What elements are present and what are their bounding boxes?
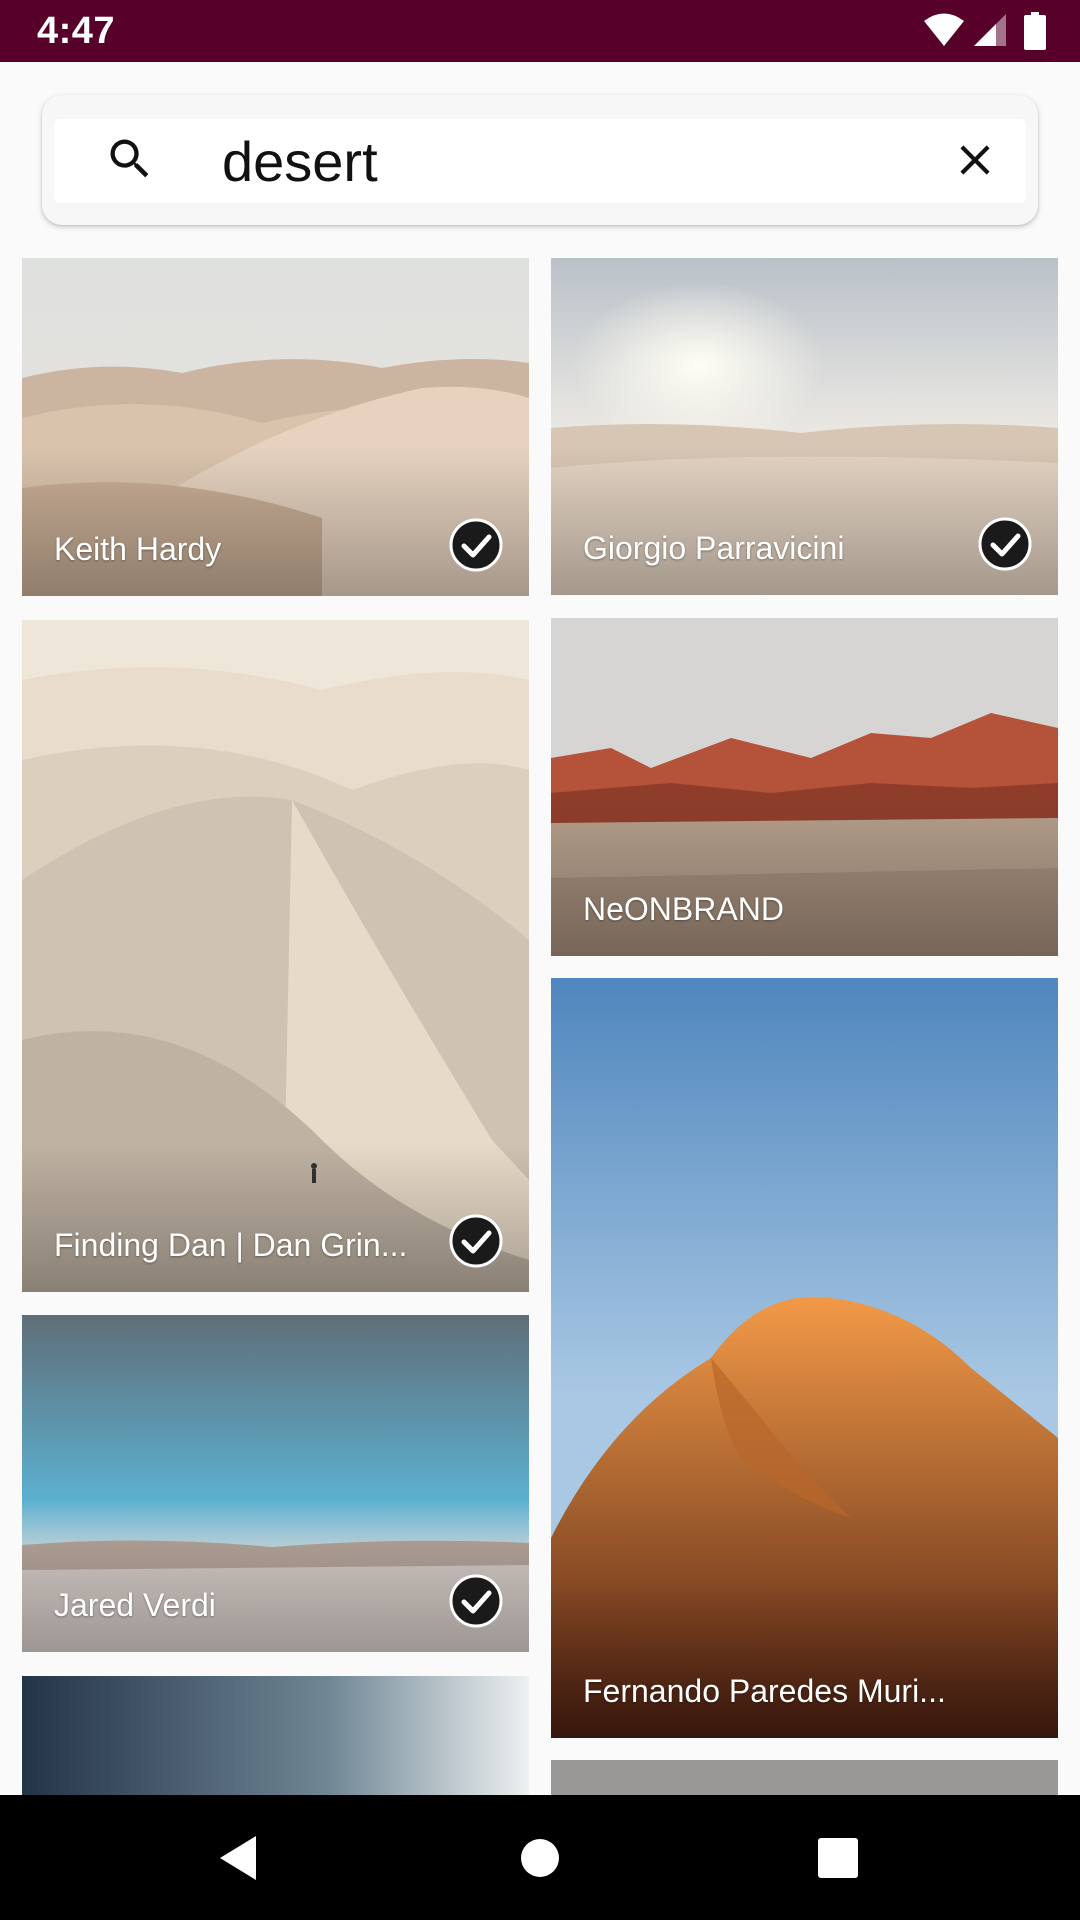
photo-author: Fernando Paredes Muri...: [583, 1673, 946, 1709]
photo-author: Giorgio Parravicini: [583, 530, 845, 566]
photo-author: Keith Hardy: [54, 531, 222, 567]
status-time: 4:47: [37, 10, 116, 52]
battery-icon: [1024, 12, 1046, 50]
status-bar: 4:47: [0, 0, 1080, 62]
navigation-bar: [0, 1795, 1080, 1920]
photo-thumbnail: [551, 1760, 1058, 1795]
photo-card-jared-verdi[interactable]: Jared Verdi: [22, 1315, 529, 1652]
photo-card-partial[interactable]: [22, 1676, 529, 1795]
search-bar: [42, 95, 1038, 225]
caption-scrim: [551, 1588, 1058, 1738]
check-circle-icon[interactable]: [449, 518, 503, 572]
photo-card-giorgio-parravicini[interactable]: Giorgio Parravicini: [551, 258, 1058, 595]
photo-author: NeONBRAND: [583, 891, 784, 927]
back-button[interactable]: [178, 1795, 298, 1920]
back-icon: [220, 1835, 256, 1880]
check-circle-icon[interactable]: [449, 1574, 503, 1628]
photo-card-partial[interactable]: [551, 1760, 1058, 1795]
recents-button[interactable]: [778, 1795, 898, 1920]
photo-author: Jared Verdi: [54, 1587, 216, 1623]
check-circle-icon[interactable]: [449, 1214, 503, 1268]
close-icon[interactable]: [950, 135, 1000, 185]
home-icon: [521, 1838, 559, 1877]
check-circle-icon[interactable]: [978, 517, 1032, 571]
photo-card-fernando-paredes[interactable]: Fernando Paredes Muri...: [551, 978, 1058, 1738]
search-icon[interactable]: [104, 133, 156, 185]
caption-scrim: [551, 806, 1058, 956]
recents-icon: [818, 1837, 858, 1878]
wifi-icon: [924, 13, 964, 46]
photo-card-finding-dan[interactable]: Finding Dan | Dan Grin...: [22, 620, 529, 1292]
photo-author: Finding Dan | Dan Grin...: [54, 1227, 408, 1263]
home-button[interactable]: [480, 1795, 600, 1920]
photo-thumbnail: [22, 1676, 529, 1795]
photo-card-keith-hardy[interactable]: Keith Hardy: [22, 258, 529, 596]
photo-card-neonbrand[interactable]: NeONBRAND: [551, 618, 1058, 956]
cell-signal-icon: [974, 14, 1006, 46]
search-input[interactable]: [222, 121, 922, 201]
